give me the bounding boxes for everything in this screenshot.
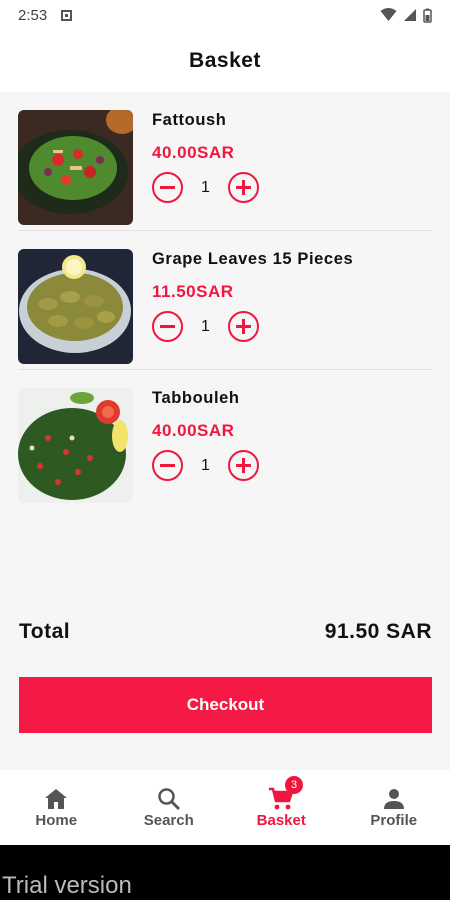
total-value: 91.50 SAR xyxy=(324,620,432,643)
item-quantity: 1 xyxy=(201,178,210,196)
basket-item: Tabbouleh 40.00SAR 1 xyxy=(18,388,432,512)
search-icon xyxy=(157,786,181,812)
page-title: Basket xyxy=(189,49,261,72)
battery-icon xyxy=(423,8,432,23)
item-image-grape-leaves xyxy=(18,249,133,364)
nav-item-profile[interactable]: Profile xyxy=(338,770,450,845)
person-icon xyxy=(383,786,405,812)
page-header: Basket xyxy=(0,30,450,92)
status-icons xyxy=(380,8,432,23)
item-price: 40.00SAR xyxy=(152,143,235,162)
nav-label-search: Search xyxy=(143,812,194,829)
basket-item: Grape Leaves 15 Pieces 11.50SAR 1 xyxy=(18,249,432,373)
decrease-quantity-button[interactable] xyxy=(152,450,183,481)
divider xyxy=(18,369,432,370)
quantity-stepper: 1 xyxy=(152,311,259,342)
nav-item-home[interactable]: Home xyxy=(0,770,113,845)
nav-label-basket: Basket xyxy=(256,812,306,829)
total-row: Total 91.50 SAR xyxy=(19,620,432,644)
cart-count-badge: 3 xyxy=(285,776,303,794)
bottom-nav: Home Search 3 Basket Profile xyxy=(0,770,450,845)
quantity-stepper: 1 xyxy=(152,450,259,481)
increase-quantity-button[interactable] xyxy=(228,172,259,203)
item-name: Tabbouleh xyxy=(152,389,240,407)
home-icon xyxy=(44,786,68,812)
nav-item-search[interactable]: Search xyxy=(113,770,226,845)
status-bar: 2:53 xyxy=(0,0,450,30)
increase-quantity-button[interactable] xyxy=(228,450,259,481)
decrease-quantity-button[interactable] xyxy=(152,172,183,203)
nav-label-profile: Profile xyxy=(370,812,418,829)
quantity-stepper: 1 xyxy=(152,172,259,203)
wifi-icon xyxy=(380,8,397,21)
nav-label-home: Home xyxy=(35,812,78,829)
divider xyxy=(18,230,432,231)
checkout-button[interactable]: Checkout xyxy=(19,677,432,733)
item-name: Grape Leaves 15 Pieces xyxy=(152,250,354,268)
item-image-tabbouleh xyxy=(18,388,133,503)
status-time: 2:53 xyxy=(18,6,48,24)
signal-icon xyxy=(404,9,416,21)
basket-item: Fattoush 40.00SAR 1 xyxy=(18,110,432,234)
increase-quantity-button[interactable] xyxy=(228,311,259,342)
item-price: 40.00SAR xyxy=(152,421,235,440)
item-quantity: 1 xyxy=(201,317,210,335)
decrease-quantity-button[interactable] xyxy=(152,311,183,342)
item-name: Fattoush xyxy=(152,111,227,129)
item-quantity: 1 xyxy=(201,456,210,474)
trial-watermark-text: Trial version xyxy=(2,872,132,899)
item-price: 11.50SAR xyxy=(152,282,234,301)
nav-item-basket[interactable]: 3 Basket xyxy=(225,770,338,845)
trial-watermark-bar: Trial version xyxy=(0,845,450,900)
item-image-fattoush xyxy=(18,110,133,225)
total-label: Total xyxy=(19,620,71,643)
notification-icon xyxy=(61,9,73,21)
